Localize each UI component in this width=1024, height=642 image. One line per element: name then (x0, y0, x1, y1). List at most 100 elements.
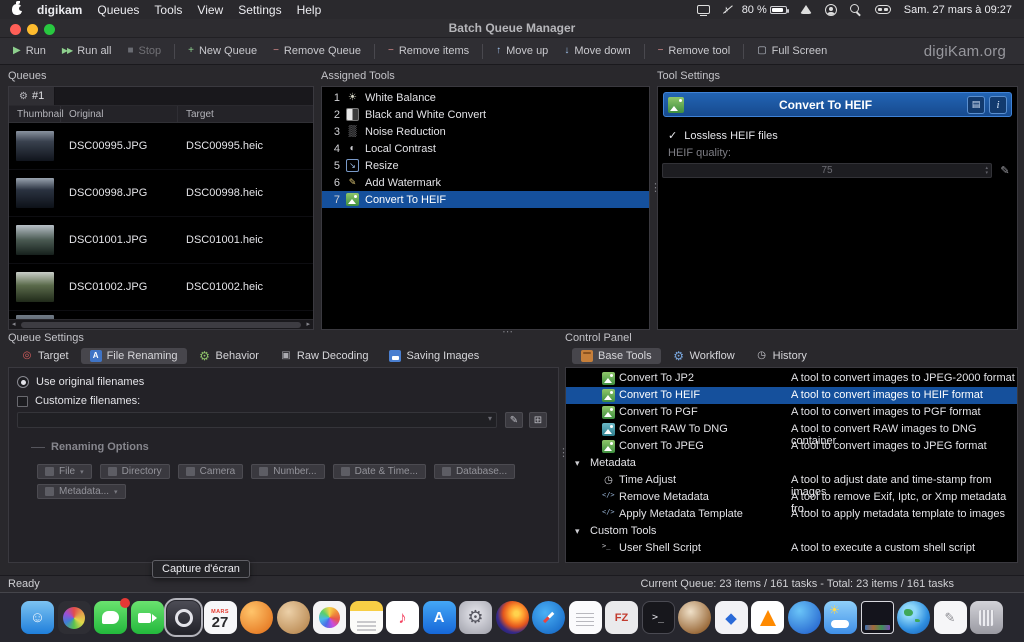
group-row[interactable]: ▾ Metadata (566, 455, 1017, 472)
dock-screen-capture-icon[interactable] (167, 601, 200, 634)
dock-text-editor-icon[interactable]: ✎ (934, 601, 967, 634)
customize-checkbox[interactable]: Customize filenames: (17, 395, 140, 407)
display-icon[interactable] (697, 5, 710, 14)
dock-facetime-icon[interactable] (131, 601, 164, 634)
queue-row[interactable]: DSC01002.JPG DSC01002.heic (9, 264, 313, 311)
assigned-tool-row[interactable]: 2 Black and White Convert (322, 106, 649, 123)
wifi-icon[interactable] (800, 5, 812, 14)
dock-firefox-icon[interactable] (496, 601, 529, 634)
scroll-right-icon[interactable]: ▸ (303, 321, 313, 328)
dock-app-store-icon[interactable]: A (423, 601, 456, 634)
dock-screenshot-preview-icon[interactable] (861, 601, 894, 634)
remove-queue-button[interactable]: − Remove Queue (266, 42, 368, 60)
queue-row[interactable]: DSC01001.JPG DSC01001.heic (9, 217, 313, 264)
tab-target[interactable]: ◎ Target (12, 348, 78, 364)
column-thumbnail[interactable]: Thumbnail (9, 106, 61, 122)
menu-settings[interactable]: Settings (238, 3, 281, 17)
tab-raw-decoding[interactable]: ▣ Raw Decoding (271, 348, 378, 364)
assigned-tool-row[interactable]: 5 ↘ Resize (322, 157, 649, 174)
assigned-tool-row-selected[interactable]: 7 Convert To HEIF (322, 191, 649, 208)
tool-row[interactable]: </> Apply Metadata Template A tool to ap… (566, 506, 1017, 523)
insert-token-button[interactable]: ⊞ (529, 412, 547, 428)
tool-row[interactable]: >_ User Shell Script A tool to execute a… (566, 540, 1017, 557)
remove-items-button[interactable]: − Remove items (381, 42, 476, 60)
tab-behavior[interactable]: ⚙ Behavior (190, 348, 268, 364)
assigned-tool-row[interactable]: 3 ▒ Noise Reduction (322, 123, 649, 140)
remove-tool-button[interactable]: − Remove tool (651, 42, 738, 60)
run-button[interactable]: ▶ Run (6, 42, 53, 60)
search-icon[interactable] (850, 4, 862, 16)
dock-system-settings-icon[interactable]: ⚙ (459, 601, 492, 634)
dock-trash-icon[interactable] (970, 601, 1003, 634)
control-center-icon[interactable] (875, 5, 891, 14)
tab-base-tools[interactable]: Base Tools (572, 348, 661, 364)
tool-row[interactable]: Convert To PGF A tool to convert images … (566, 404, 1017, 421)
tab-workflow[interactable]: ⚙ Workflow (664, 348, 744, 364)
queue-row[interactable]: DSC00998.JPG DSC00998.heic (9, 170, 313, 217)
dock-document-icon[interactable] (569, 601, 602, 634)
move-down-button[interactable]: ↓ Move down (557, 42, 637, 60)
dock-filezilla-icon[interactable]: FZ (605, 601, 638, 634)
new-queue-button[interactable]: + New Queue (181, 42, 264, 60)
help-button[interactable]: ▤ (967, 96, 985, 114)
battery-status[interactable]: 80 % (742, 4, 787, 16)
lossless-checkbox[interactable]: ✓ Lossless HEIF files (668, 129, 778, 142)
menu-view[interactable]: View (197, 3, 223, 17)
assigned-tool-row[interactable]: 1 ☀ White Balance (322, 89, 649, 106)
info-button[interactable]: i (989, 96, 1007, 114)
tool-row[interactable]: Convert To JPEG A tool to convert images… (566, 438, 1017, 455)
minimize-button[interactable] (27, 24, 38, 35)
tab-history[interactable]: ◷ History (747, 348, 816, 364)
assigned-tool-row[interactable]: 4 ◐ Local Contrast (322, 140, 649, 157)
dock-virtualbox-icon[interactable]: ◆ (715, 601, 748, 634)
horizontal-splitter[interactable]: ⋯ (502, 327, 513, 338)
tool-row[interactable]: Convert RAW To DNG A tool to convert RAW… (566, 421, 1017, 438)
dock-vlc-icon[interactable] (751, 601, 784, 634)
dock-photos-icon[interactable] (313, 601, 346, 634)
dock-messages-icon[interactable] (94, 601, 127, 634)
apple-menu-icon[interactable] (12, 4, 22, 15)
full-screen-button[interactable]: ▢ Full Screen (750, 42, 834, 60)
dock-launchpad-icon[interactable] (58, 601, 91, 634)
mute-icon[interactable]: ♪ (723, 4, 729, 16)
dock-music-icon[interactable]: ♪ (386, 601, 419, 634)
menu-tools[interactable]: Tools (154, 3, 182, 17)
dock-gimp-icon[interactable] (678, 601, 711, 634)
dock-notes-icon[interactable] (350, 601, 383, 634)
renaming-options-header[interactable]: Renaming Options (31, 441, 149, 453)
column-original[interactable]: Original (61, 106, 178, 122)
group-row[interactable]: ▾ Custom Tools (566, 523, 1017, 540)
app-menu[interactable]: digikam (37, 3, 82, 17)
expand-arrow-icon[interactable]: ▾ (575, 526, 580, 537)
tool-row[interactable]: Convert To JP2 A tool to convert images … (566, 370, 1017, 387)
queue-tab-1[interactable]: ⚙ #1 (9, 87, 55, 105)
tab-saving-images[interactable]: Saving Images (380, 348, 488, 364)
dock-globe-icon[interactable] (897, 601, 930, 634)
scrollbar-thumb[interactable] (21, 322, 302, 328)
menu-queues[interactable]: Queues (97, 3, 139, 17)
dock-safari-icon[interactable] (532, 601, 565, 634)
dock-tan-app-icon[interactable] (277, 601, 310, 634)
scroll-left-icon[interactable]: ◂ (9, 321, 19, 328)
dock-terminal-icon[interactable]: >_ (642, 601, 675, 634)
tool-row[interactable]: </> Remove Metadata A tool to remove Exi… (566, 489, 1017, 506)
column-target[interactable]: Target (178, 106, 313, 122)
vertical-splitter[interactable]: ⋮ (650, 183, 661, 194)
dock-blue-app-icon[interactable] (788, 601, 821, 634)
tab-file-renaming[interactable]: A File Renaming (81, 348, 187, 364)
menu-help[interactable]: Help (297, 3, 322, 17)
run-all-button[interactable]: ▶▶ Run all (55, 42, 119, 60)
tool-row[interactable]: ◷ Time Adjust A tool to adjust date and … (566, 472, 1017, 489)
edit-pattern-button[interactable]: ✎ (505, 412, 523, 428)
account-icon[interactable] (825, 4, 837, 16)
expand-arrow-icon[interactable]: ▾ (575, 458, 580, 469)
move-up-button[interactable]: ↑ Move up (489, 42, 555, 60)
assigned-tool-row[interactable]: 6 ✎ Add Watermark (322, 174, 649, 191)
dock-calendar-icon[interactable]: MARS 27 (204, 601, 237, 634)
dock-orange-app-icon[interactable] (240, 601, 273, 634)
menubar-clock[interactable]: Sam. 27 mars à 09:27 (904, 4, 1012, 16)
tool-row-selected[interactable]: Convert To HEIF A tool to convert images… (566, 387, 1017, 404)
queue-row[interactable]: DSC00995.JPG DSC00995.heic (9, 123, 313, 170)
use-original-radio[interactable]: Use original filenames (17, 376, 144, 388)
zoom-button[interactable] (44, 24, 55, 35)
